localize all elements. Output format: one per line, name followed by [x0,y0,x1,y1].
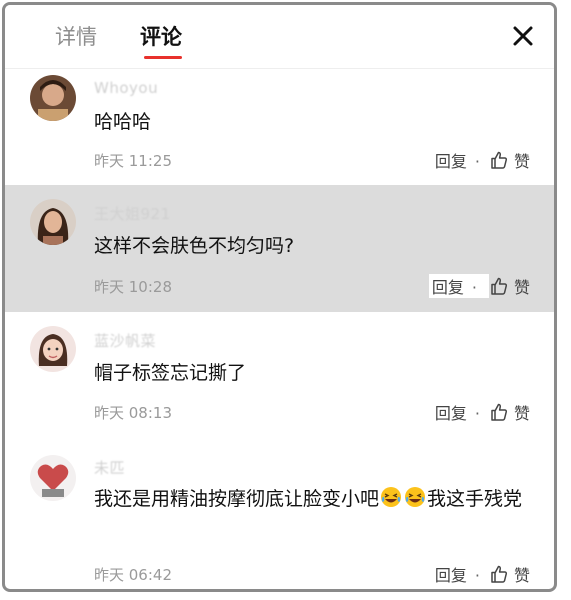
reply-button[interactable]: 回复 [435,566,467,585]
comment-actions: 回复 · 赞 [435,562,530,586]
avatar[interactable] [30,75,76,121]
like-button[interactable]: 赞 [514,562,530,586]
comment-actions: 回复 · 赞 [435,148,530,172]
thumbs-up-icon[interactable] [489,564,509,584]
comment-text: 帽子标签忘记撕了 [94,362,247,384]
separator-dot: · [474,404,480,423]
username: Whoyou [94,79,159,97]
comment-item: 蓝沙帆菜 帽子标签忘记撕了 昨天 08:13 回复 · 赞 [5,312,554,439]
comment-text: 哈哈哈 [94,111,152,133]
avatar[interactable] [30,455,76,501]
separator-dot: · [474,152,480,171]
username: 未匹 [94,459,126,477]
laughing-crying-emoji-icon [404,486,426,508]
timestamp: 昨天 06:42 [94,566,172,584]
like-button[interactable]: 赞 [514,400,530,424]
reply-button[interactable]: 回复 [435,152,467,171]
username: 王大姐921 [94,205,171,223]
comment-actions: 回复 · 赞 [435,400,530,424]
username: 蓝沙帆菜 [94,332,157,350]
thumbs-up-icon[interactable] [489,402,509,422]
comment-panel: 详情 评论 Whoyou 哈哈哈 昨天 11:25 回复 · 赞 王大姐921 … [2,2,557,592]
laughing-crying-emoji-icon [380,486,402,508]
timestamp: 昨天 08:13 [94,404,172,422]
timestamp: 昨天 10:28 [94,278,172,296]
comment-item: Whoyou 哈哈哈 昨天 11:25 回复 · 赞 [5,69,554,185]
reply-button[interactable]: 回复 [435,404,467,423]
comment-text: 这样不会肤色不均匀吗? [94,235,295,257]
avatar[interactable] [30,326,76,372]
avatar[interactable] [30,199,76,245]
like-button[interactable]: 赞 [514,274,530,298]
like-button[interactable]: 赞 [514,148,530,172]
reply-button[interactable]: 回复 [432,278,464,297]
comment-text-part: 我这手残党 [427,488,523,510]
thumbs-up-icon[interactable] [489,150,509,170]
tab-details[interactable]: 详情 [55,22,97,52]
timestamp: 昨天 11:25 [94,152,172,170]
close-button[interactable] [508,21,538,51]
tab-comments[interactable]: 评论 [140,22,182,52]
separator-dot: · [474,566,480,585]
active-tab-indicator [144,56,182,59]
comment-item: 王大姐921 这样不会肤色不均匀吗? 昨天 10:28 回复 · 赞 [5,185,554,312]
separator-dot: · [471,278,477,297]
comment-text: 我还是用精油按摩彻底让脸变小吧 我这手残党 [94,482,536,516]
close-icon [508,21,538,51]
comment-text-part: 我还是用精油按摩彻底让脸变小吧 [94,488,380,510]
comment-actions: 回复 · 赞 [428,274,530,298]
tab-header: 详情 评论 [5,5,554,69]
thumbs-up-icon[interactable] [489,276,509,296]
comment-item: 未匹 我还是用精油按摩彻底让脸变小吧 我这手残党 昨天 06:42 回复 · 赞 [5,439,554,589]
